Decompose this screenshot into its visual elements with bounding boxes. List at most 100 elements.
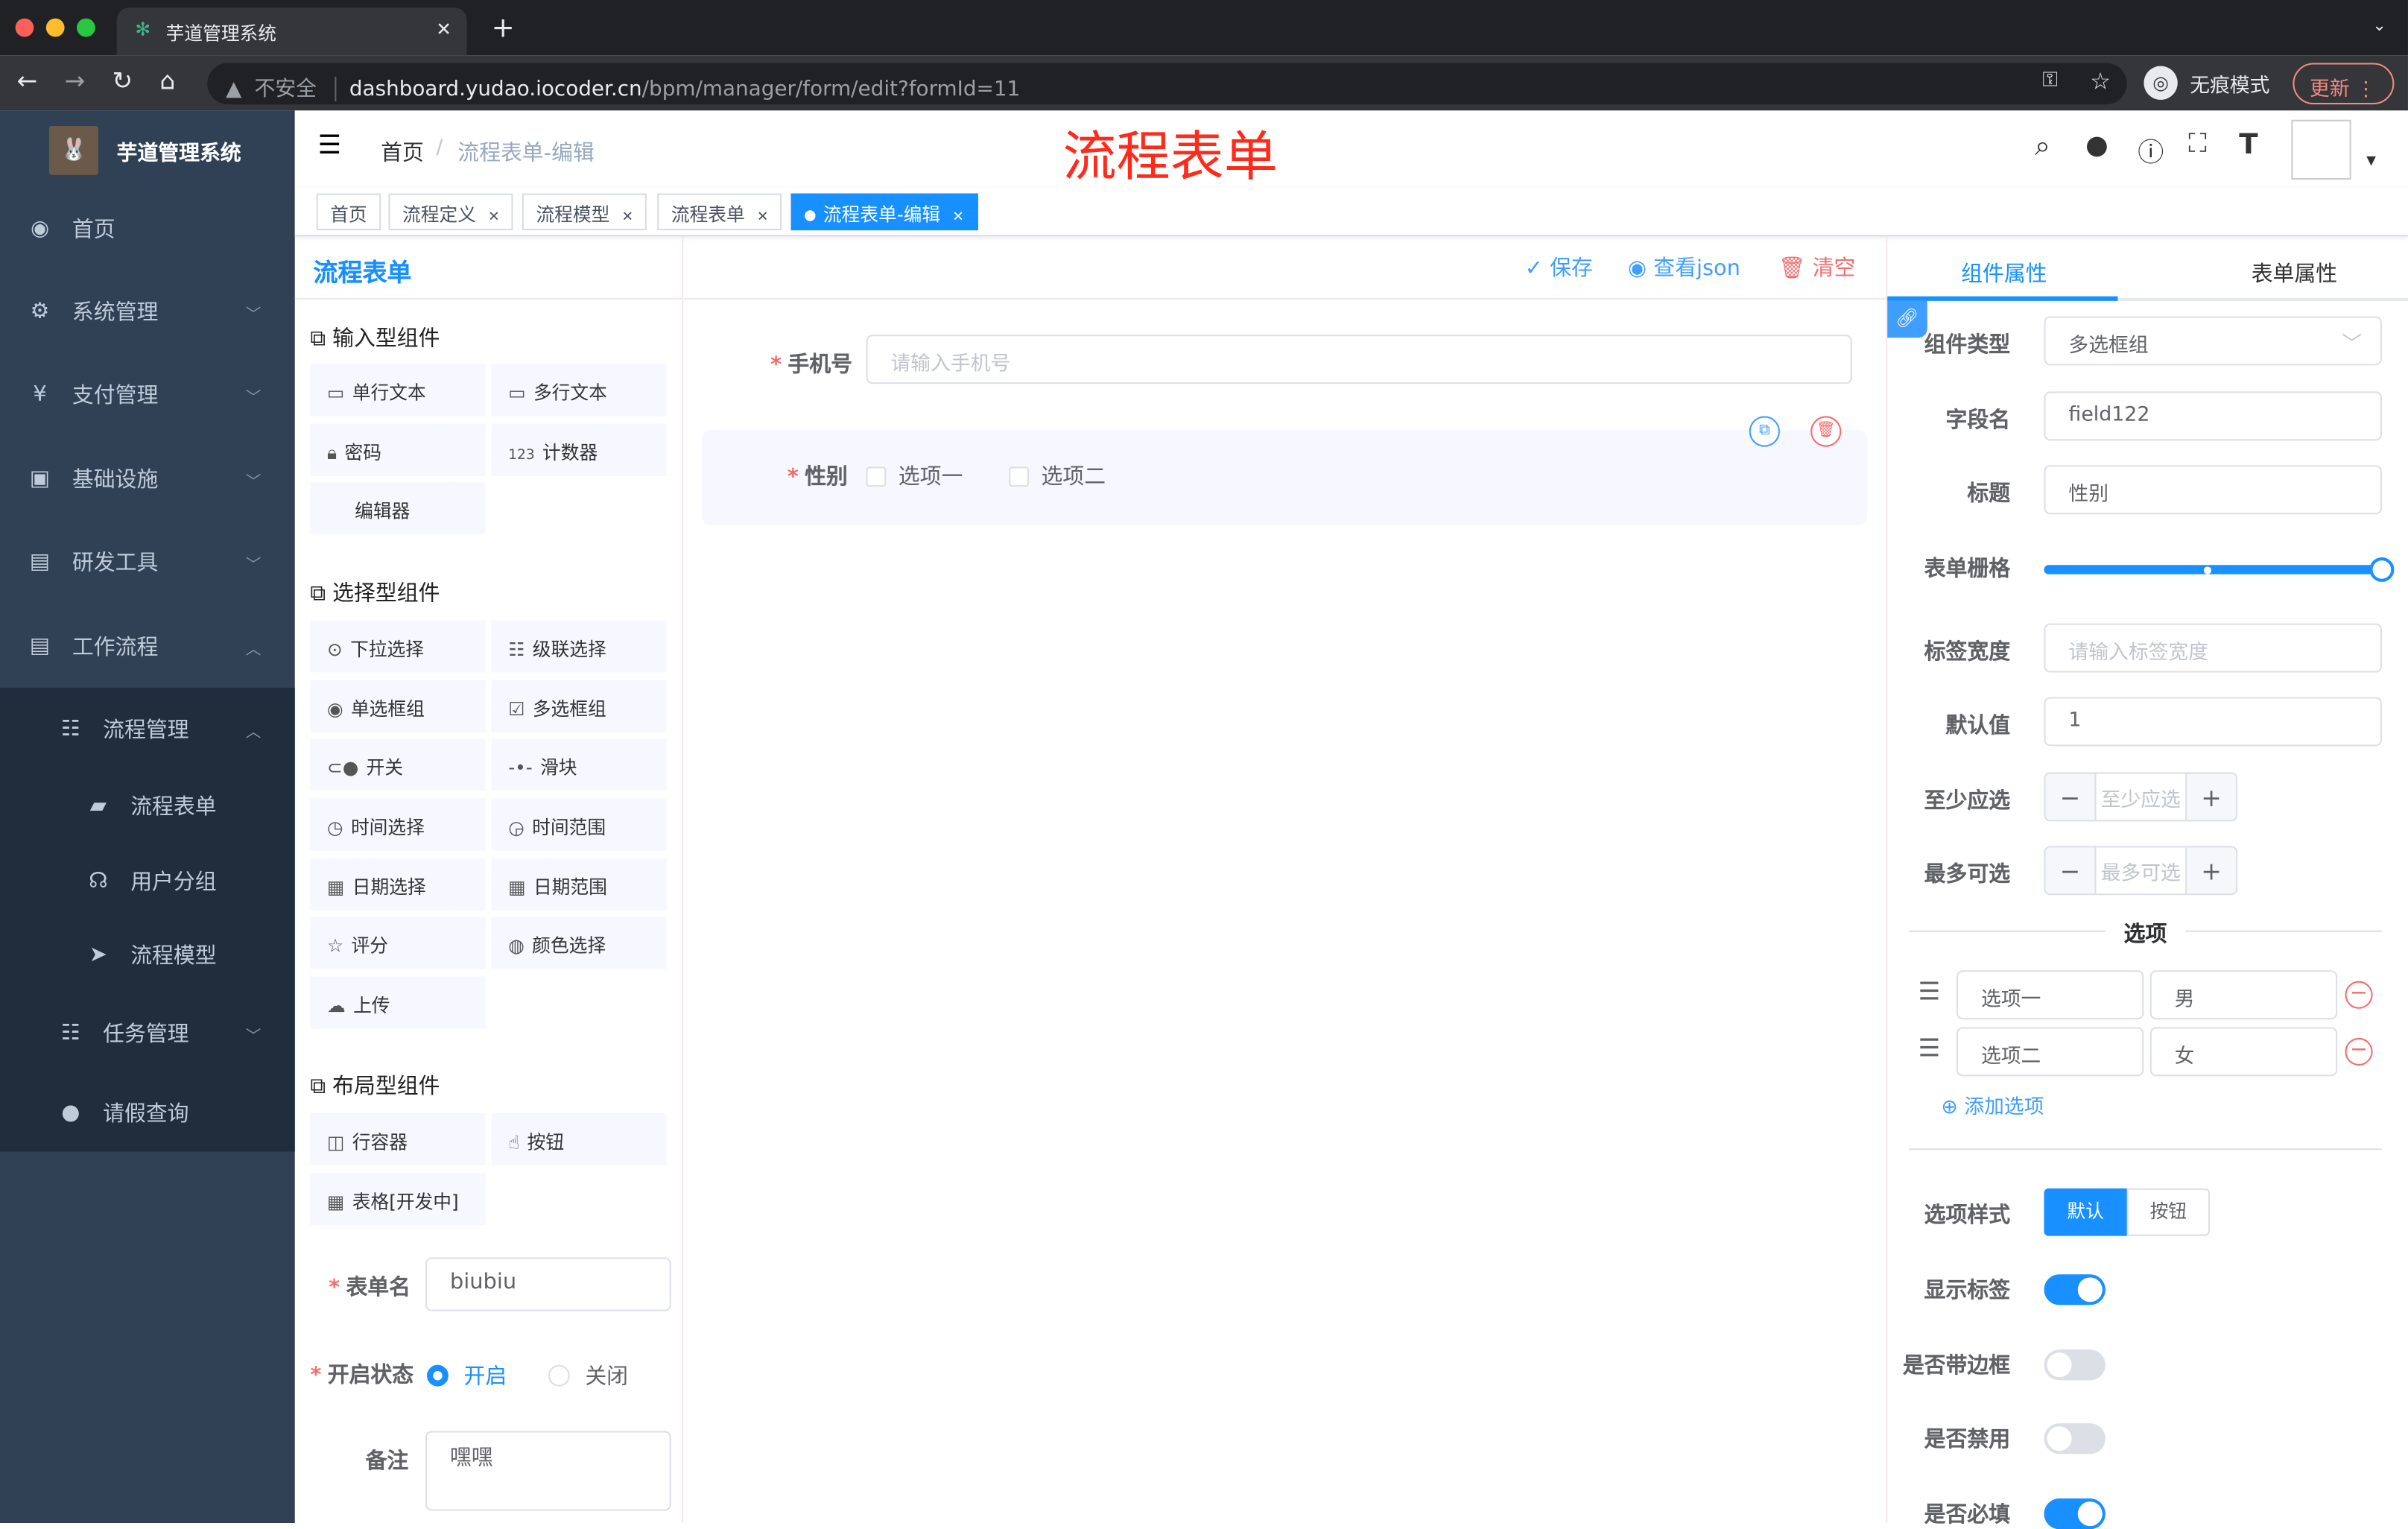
palette-item-table[interactable]: ▦ 表格[开发中] [310, 1173, 486, 1226]
drag-handle-icon[interactable]: ☰ [1918, 976, 1940, 1005]
show-label-switch[interactable] [2044, 1274, 2106, 1305]
max-input[interactable]: 最多可选 [2094, 847, 2187, 894]
save-button[interactable]: ✓ 保存 [1525, 252, 1593, 282]
option-label-input[interactable]: 选项二 [1956, 1027, 2144, 1077]
grid-slider[interactable] [2044, 557, 2395, 582]
drag-handle-icon[interactable]: ☰ [1918, 1033, 1940, 1063]
sidebar-item-leave[interactable]: ● 请假查询 [0, 1071, 295, 1154]
palette-item-upload[interactable]: ☁ 上传 [310, 976, 486, 1029]
palette-item-time[interactable]: ◷ 时间选择 [310, 798, 486, 851]
option-label-input[interactable]: 选项一 [1956, 970, 2144, 1020]
reload-button[interactable]: ↻ [112, 66, 133, 95]
github-icon[interactable]: ● [2085, 130, 2108, 161]
search-icon[interactable]: ⌕ [2035, 130, 2050, 162]
increment-button[interactable]: + [2187, 847, 2237, 894]
palette-item-input[interactable]: ▭ 单行文本 [310, 364, 486, 417]
bookmark-star-icon[interactable]: ☆ [2090, 68, 2111, 95]
tab-component-props[interactable]: 组件属性 [1961, 258, 2047, 288]
minimize-window-button[interactable] [45, 18, 65, 37]
palette-item-color[interactable]: ◍ 颜色选择 [491, 917, 667, 969]
palette-item-editor[interactable]: 编辑器 [310, 481, 486, 535]
incognito-indicator[interactable]: ◎ 无痕模式 [2144, 66, 2269, 100]
delete-field-icon[interactable]: 🗑︎ [1810, 416, 1842, 447]
form-name-input[interactable]: biubiu [425, 1257, 671, 1311]
palette-item-cascader[interactable]: ☷ 级联选择 [491, 620, 667, 673]
sidebar-item-pay[interactable]: ¥ 支付管理 ﹀ [0, 353, 295, 436]
disabled-switch[interactable] [2044, 1423, 2106, 1454]
required-switch[interactable] [2044, 1498, 2106, 1529]
update-button[interactable]: 更新 ⋮ [2293, 63, 2395, 105]
tag-process-definition[interactable]: 流程定义 ✕ [388, 193, 514, 231]
forward-button[interactable]: → [65, 66, 86, 95]
tag-process-model[interactable]: 流程模型 ✕ [522, 193, 647, 231]
close-tab-icon[interactable]: ✕ [436, 19, 452, 40]
palette-item-date[interactable]: ▦ 日期选择 [310, 858, 486, 911]
sidebar-item-devtools[interactable]: ▤ 研发工具 ﹀ [0, 521, 295, 604]
browser-tab[interactable]: ✻ 芋道管理系统 ✕ [116, 7, 467, 56]
remove-option-icon[interactable]: − [2345, 981, 2373, 1009]
sidebar-item-system[interactable]: ⚙ 系统管理 ﹀ [0, 270, 295, 353]
status-radio-off[interactable]: 关闭 [548, 1361, 628, 1391]
breadcrumb-home[interactable]: 首页 [381, 136, 424, 167]
sidebar-item-workflow[interactable]: ▤ 工作流程 ︿ [0, 605, 295, 688]
user-avatar[interactable] [2291, 119, 2351, 180]
option-value-input[interactable]: 女 [2149, 1027, 2338, 1077]
min-input[interactable]: 至少应选 [2094, 773, 2187, 820]
sidebar-item-process-form[interactable]: ▰ 流程表单 [0, 767, 295, 844]
status-radio-on[interactable]: 开启 [427, 1361, 507, 1391]
font-size-icon[interactable]: T [2239, 129, 2258, 161]
tab-list-chevron-icon[interactable]: ⌄ [2372, 16, 2386, 36]
gender-option-2[interactable]: 选项二 [1009, 460, 1106, 491]
palette-item-time-range[interactable]: ◶ 时间范围 [491, 798, 667, 851]
key-icon[interactable]: ⚿ [2042, 69, 2057, 92]
hamburger-icon[interactable]: ☰ [318, 130, 341, 161]
palette-item-number[interactable]: 123 计数器 [491, 423, 667, 476]
home-button[interactable]: ⌂ [159, 66, 175, 95]
palette-item-radio[interactable]: ◉ 单选框组 [310, 680, 486, 732]
increment-button[interactable]: + [2187, 773, 2237, 820]
back-button[interactable]: ← [17, 66, 38, 95]
phone-input[interactable]: 请输入手机号 [866, 335, 1852, 384]
palette-item-checkbox[interactable]: ☑ 多选框组 [491, 680, 667, 732]
maximize-window-button[interactable] [77, 18, 95, 37]
palette-item-slider[interactable]: -•- 滑块 [491, 738, 667, 791]
label-width-input[interactable]: 请输入标签宽度 [2044, 623, 2382, 673]
sidebar-item-infra[interactable]: ▣ 基础设施 ﹀ [0, 437, 295, 520]
remove-option-icon[interactable]: − [2345, 1037, 2373, 1066]
option-value-input[interactable]: 男 [2149, 970, 2338, 1020]
close-icon[interactable]: ✕ [621, 210, 633, 226]
slider-handle[interactable] [2369, 557, 2395, 582]
copy-field-icon[interactable]: ⧉ [1749, 416, 1780, 447]
option-style-default[interactable]: 默认 [2044, 1188, 2127, 1236]
sidebar-item-process-manage[interactable]: ☷ 流程管理 ︿ [0, 688, 295, 770]
url-field[interactable]: ▲ 不安全 dashboard.yudao.iocoder.cn/bpm/man… [207, 63, 2127, 105]
view-json-button[interactable]: ◉ 查看json [1628, 252, 1740, 282]
tag-home[interactable]: 首页 [316, 193, 381, 231]
palette-item-rate[interactable]: ☆ 评分 [310, 917, 486, 969]
tag-process-form[interactable]: 流程表单 ✕ [657, 193, 782, 231]
add-option-button[interactable]: ⊕ 添加选项 [1941, 1090, 2044, 1119]
palette-item-switch[interactable]: ⊂● 开关 [310, 738, 486, 791]
field-name-input[interactable]: field122 [2044, 391, 2382, 441]
border-switch[interactable] [2044, 1349, 2106, 1381]
palette-item-textarea[interactable]: ▭ 多行文本 [491, 364, 667, 417]
palette-item-row[interactable]: ◫ 行容器 [310, 1112, 486, 1165]
close-icon[interactable]: ✕ [757, 210, 769, 226]
decrement-button[interactable]: − [2045, 847, 2095, 894]
default-value-input[interactable]: 1 [2044, 697, 2382, 747]
help-icon[interactable]: ⓘ [2138, 130, 2164, 168]
sidebar-item-process-model[interactable]: ➤ 流程模型 [0, 917, 295, 993]
max-stepper[interactable]: − 最多可选 + [2044, 846, 2238, 896]
new-tab-button[interactable]: + [492, 12, 515, 44]
option-style-button[interactable]: 按钮 [2126, 1188, 2211, 1236]
min-stepper[interactable]: − 至少应选 + [2044, 772, 2238, 822]
component-type-select[interactable]: 多选框组 ﹀ [2044, 316, 2382, 366]
sidebar-item-user-group[interactable]: ☊ 用户分组 [0, 843, 295, 919]
sidebar-item-home[interactable]: ◉ 首页 [0, 187, 295, 270]
title-input[interactable]: 性别 [2044, 465, 2382, 515]
sidebar-item-task-manage[interactable]: ☷ 任务管理 ﹀ [0, 992, 295, 1074]
remark-textarea[interactable]: 嘿嘿 [425, 1431, 671, 1511]
close-icon[interactable]: ✕ [488, 210, 500, 226]
clear-button[interactable]: 🗑︎ 清空 [1778, 252, 1856, 282]
tab-form-props[interactable]: 表单属性 [2252, 258, 2337, 288]
